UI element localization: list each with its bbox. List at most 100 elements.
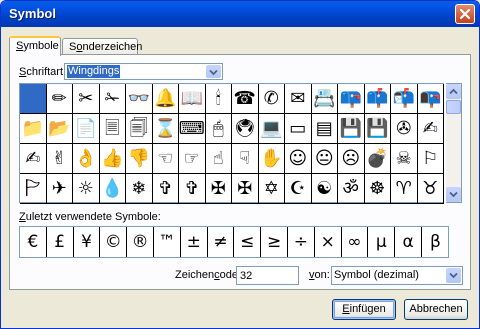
symbol-cell[interactable]: 📪: [338, 84, 365, 114]
insert-button[interactable]: Einfügen: [332, 299, 396, 320]
symbol-cell[interactable]: 📄: [73, 114, 100, 144]
symbol-cell[interactable]: ☼: [73, 174, 100, 204]
recent-symbol-cell[interactable]: μ: [368, 227, 396, 257]
symbol-cell[interactable]: 🖱: [205, 114, 232, 144]
symbol-cell[interactable]: 💾: [338, 114, 365, 144]
symbol-cell[interactable]: 🖲: [232, 114, 259, 144]
symbol-cell[interactable]: ☝: [205, 144, 232, 174]
symbol-cell[interactable]: ✌: [46, 144, 73, 174]
symbol-cell[interactable]: ♉: [417, 174, 444, 204]
symbol-cell[interactable]: ☎: [232, 84, 259, 114]
scroll-up-button[interactable]: [446, 84, 461, 99]
symbol-cell[interactable]: 📂: [46, 114, 73, 144]
symbol-grid[interactable]: ✏ ✂ ✁ 👓 🔔 📖 🕯 ☎ ✆ ✉ 📇 📪 📫 📬 📭 📁 📂 📄 🗏 🗐 ⌛ ⌨ 🖱 🖲 💻 ▭ ▤ 💾 💾 ✇ ✍ ✍ ✌ 👌 👍 👎 ☜ ☞ ☝ ☟…: [19, 83, 444, 204]
recent-symbol-cell[interactable]: ÷: [288, 227, 315, 257]
tab-label: nderzeichen: [82, 41, 143, 53]
recent-symbols[interactable]: € £ ¥ © ® ™ ± ≠ ≤ ≥ ÷ × ∞ μ α β: [19, 226, 449, 258]
cancel-label: Abbrechen: [409, 303, 463, 315]
font-dropdown-button[interactable]: [206, 65, 221, 78]
symbol-cell[interactable]: ✆: [258, 84, 285, 114]
symbol-cell[interactable]: ✂: [73, 84, 100, 114]
symbol-cell[interactable]: ✍: [417, 114, 444, 144]
symbol-cell[interactable]: ✉: [285, 84, 312, 114]
recent-symbol-cell[interactable]: ®: [127, 227, 154, 257]
symbol-cell[interactable]: ⌛: [152, 114, 179, 144]
symbol-cell[interactable]: ⌨: [179, 114, 206, 144]
font-select[interactable]: Wingdings: [64, 63, 223, 80]
symbol-cell[interactable]: 🗐: [126, 114, 153, 144]
symbol-cell[interactable]: ☸: [364, 174, 391, 204]
symbol-cell[interactable]: ✈: [46, 174, 73, 204]
symbol-cell[interactable]: ☪: [285, 174, 312, 204]
tab-sonderzeichen[interactable]: Sonderzeichen: [62, 38, 142, 54]
symbol-cell[interactable]: ✍: [20, 144, 47, 174]
close-button[interactable]: [455, 4, 475, 24]
recent-symbol-cell[interactable]: ¥: [74, 227, 101, 257]
recent-symbol-cell[interactable]: ™: [154, 227, 181, 257]
symbol-cell[interactable]: ❄: [126, 174, 153, 204]
symbol-cell[interactable]: 👓: [126, 84, 153, 114]
symbol-cell[interactable]: [20, 84, 47, 114]
symbol-cell[interactable]: 🕯: [205, 84, 232, 114]
symbol-cell[interactable]: 📭: [417, 84, 444, 114]
tab-symbole[interactable]: Symbole: [9, 36, 61, 56]
symbol-cell[interactable]: 😐: [311, 144, 338, 174]
symbol-cell[interactable]: ☟: [232, 144, 259, 174]
symbol-cell[interactable]: 🏱: [20, 174, 47, 204]
recent-symbol-cell[interactable]: ≠: [208, 227, 235, 257]
symbol-cell[interactable]: ♈: [391, 174, 418, 204]
symbol-cell[interactable]: ✋: [258, 144, 285, 174]
recent-symbol-cell[interactable]: ±: [181, 227, 208, 257]
recent-label-accel: Z: [19, 211, 26, 223]
symbol-cell[interactable]: ✇: [391, 114, 418, 144]
recent-symbol-cell[interactable]: ≥: [261, 227, 288, 257]
symbol-cell[interactable]: 🗏: [99, 114, 126, 144]
symbol-cell[interactable]: ✞: [179, 174, 206, 204]
symbol-cell[interactable]: ✏: [46, 84, 73, 114]
recent-symbol-cell[interactable]: α: [395, 227, 422, 257]
recent-symbol-cell[interactable]: ≤: [234, 227, 262, 257]
symbol-cell[interactable]: ☯: [311, 174, 338, 204]
symbol-cell[interactable]: ▭: [285, 114, 312, 144]
scroll-down-button[interactable]: [446, 187, 461, 202]
recent-symbol-cell[interactable]: €: [20, 227, 47, 257]
symbol-cell[interactable]: 📬: [391, 84, 418, 114]
symbol-cell[interactable]: 📖: [179, 84, 206, 114]
symbol-cell[interactable]: 💧: [99, 174, 126, 204]
symbol-cell[interactable]: 💾: [364, 114, 391, 144]
symbol-cell[interactable]: ✁: [99, 84, 126, 114]
recent-symbol-cell[interactable]: £: [47, 227, 74, 257]
symbol-cell[interactable]: ▤: [311, 114, 338, 144]
from-select[interactable]: Symbol (dezimal): [331, 266, 463, 285]
symbol-cell[interactable]: ☠: [391, 144, 418, 174]
symbol-cell[interactable]: ☺: [285, 144, 312, 174]
symbol-grid-scrollbar[interactable]: [446, 83, 462, 203]
recent-symbol-cell[interactable]: ×: [315, 227, 342, 257]
symbol-cell[interactable]: ✞: [152, 174, 179, 204]
symbol-cell[interactable]: ✡: [258, 174, 285, 204]
symbol-cell[interactable]: 📁: [20, 114, 47, 144]
recent-symbol-cell[interactable]: ∞: [342, 227, 369, 257]
charcode-input[interactable]: 32: [236, 266, 299, 285]
title-bar[interactable]: Symbol: [1, 1, 479, 27]
symbol-cell[interactable]: ☜: [152, 144, 179, 174]
symbol-cell[interactable]: 🔔: [152, 84, 179, 114]
symbol-cell[interactable]: ⚐: [417, 144, 444, 174]
scroll-thumb[interactable]: [446, 100, 461, 114]
symbol-cell[interactable]: ☞: [179, 144, 206, 174]
symbol-cell[interactable]: 💣: [364, 144, 391, 174]
symbol-cell[interactable]: 👍: [99, 144, 126, 174]
symbol-cell[interactable]: 👎: [126, 144, 153, 174]
recent-symbol-cell[interactable]: β: [422, 227, 449, 257]
symbol-cell[interactable]: 💻: [258, 114, 285, 144]
symbol-cell[interactable]: 👌: [73, 144, 100, 174]
symbol-cell[interactable]: 📫: [364, 84, 391, 114]
symbol-cell[interactable]: ✠: [232, 174, 259, 204]
from-dropdown-button[interactable]: [446, 268, 461, 283]
cancel-button[interactable]: Abbrechen: [404, 299, 468, 320]
symbol-cell[interactable]: 📇: [311, 84, 338, 114]
symbol-cell[interactable]: ॐ: [338, 174, 365, 204]
symbol-cell[interactable]: ✠: [205, 174, 232, 204]
recent-symbol-cell[interactable]: ©: [100, 227, 128, 257]
symbol-cell[interactable]: ☹: [338, 144, 365, 174]
